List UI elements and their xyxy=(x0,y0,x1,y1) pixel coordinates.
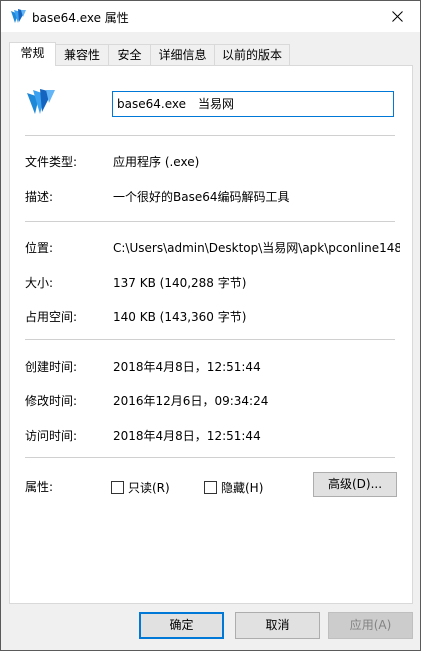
title-bar[interactable]: base64.exe 属性 xyxy=(1,1,420,32)
readonly-checkbox-label: 只读(R) xyxy=(128,481,170,495)
location-label: 位置: xyxy=(25,241,54,255)
description-label: 描述: xyxy=(25,190,54,204)
created-label: 创建时间: xyxy=(25,360,78,374)
close-button[interactable] xyxy=(374,1,420,32)
divider xyxy=(25,221,395,222)
apply-button[interactable]: 应用(A) xyxy=(328,612,413,639)
modified-label: 修改时间: xyxy=(25,394,78,408)
description-value: 一个很好的Base64编码解码工具 xyxy=(113,190,290,204)
file-type-label: 文件类型: xyxy=(25,155,78,169)
divider xyxy=(25,339,395,340)
cancel-button[interactable]: 取消 xyxy=(235,612,320,639)
window-title: base64.exe 属性 xyxy=(32,11,129,25)
location-value[interactable]: C:\Users\admin\Desktop\当易网\apk\pconline1… xyxy=(113,239,400,256)
attributes-label: 属性: xyxy=(25,480,54,494)
accessed-value: 2018年4月8日，12:51:44 xyxy=(113,429,261,443)
modified-value: 2016年12月6日，09:34:24 xyxy=(113,394,269,408)
file-type-value: 应用程序 (.exe) xyxy=(113,155,200,169)
close-icon xyxy=(391,11,403,22)
disk-size-value: 140 KB (143,360 字节) xyxy=(113,310,247,324)
accessed-label: 访问时间: xyxy=(25,429,78,443)
divider xyxy=(25,457,395,458)
hidden-checkbox[interactable]: 隐藏(H) xyxy=(204,479,263,496)
app-feather-icon xyxy=(27,89,55,114)
tab-strip: 常规 兼容性 安全 详细信息 以前的版本 xyxy=(9,42,409,66)
readonly-checkbox[interactable]: 只读(R) xyxy=(111,479,170,496)
size-value: 137 KB (140,288 字节) xyxy=(113,276,247,290)
file-name-input[interactable]: base64.exe 当易网 xyxy=(112,91,394,117)
tab-general[interactable]: 常规 xyxy=(9,42,56,66)
tab-security[interactable]: 安全 xyxy=(108,44,151,65)
tab-compatibility[interactable]: 兼容性 xyxy=(55,44,109,65)
ok-button[interactable]: 确定 xyxy=(139,612,224,639)
disk-size-label: 占用空间: xyxy=(25,310,78,324)
properties-dialog: base64.exe 属性 常规 兼容性 安全 详细信息 以前的版本 base6… xyxy=(0,0,421,651)
created-value: 2018年4月8日，12:51:44 xyxy=(113,360,261,374)
checkbox-box[interactable] xyxy=(111,481,124,494)
general-tab-panel: base64.exe 当易网 文件类型: 应用程序 (.exe) 描述: 一个很… xyxy=(9,65,413,604)
hidden-checkbox-label: 隐藏(H) xyxy=(221,481,264,495)
app-feather-icon xyxy=(11,9,26,23)
tab-details[interactable]: 详细信息 xyxy=(150,44,215,65)
size-label: 大小: xyxy=(25,276,54,290)
tab-previous-versions[interactable]: 以前的版本 xyxy=(214,44,290,65)
advanced-button[interactable]: 高级(D)... xyxy=(313,472,397,497)
checkbox-box[interactable] xyxy=(204,481,217,494)
divider xyxy=(25,135,395,136)
